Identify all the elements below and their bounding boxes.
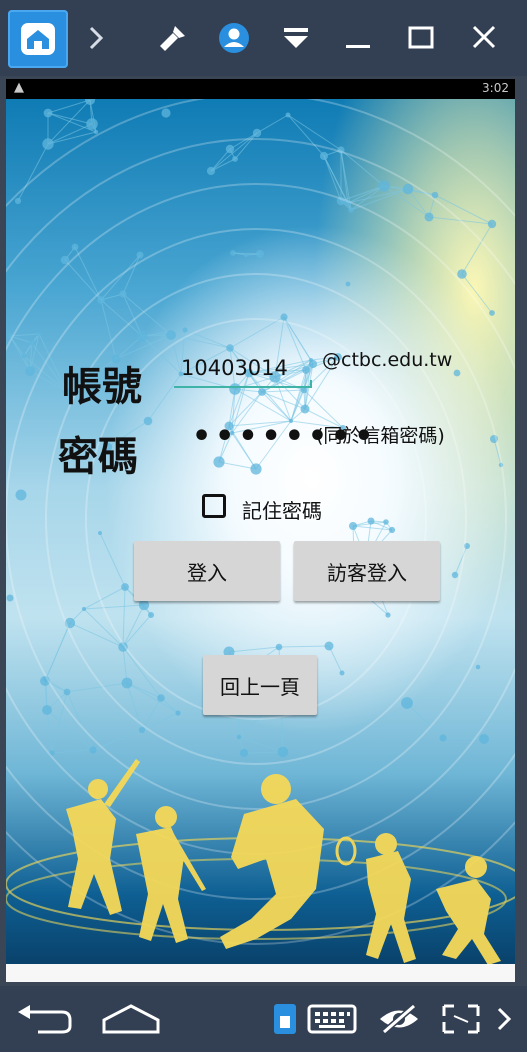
emulator-bottombar	[0, 986, 527, 1052]
warning-icon: ▲	[14, 80, 24, 95]
chevron-right-icon[interactable]	[78, 22, 114, 54]
dropdown-icon[interactable]	[278, 22, 314, 54]
password-label: 密碼	[58, 434, 138, 480]
account-input[interactable]: 10403014	[181, 356, 288, 380]
phone-screen: ▲ 3:02 帳號 10403014 @ctbc.edu.tw 密碼 •••••…	[6, 79, 515, 982]
close-icon[interactable]	[466, 22, 502, 54]
home-icon	[21, 23, 55, 55]
account-input-underline	[174, 380, 312, 388]
back-icon[interactable]	[14, 1002, 74, 1036]
back-button[interactable]: 回上一頁	[203, 655, 317, 715]
bottom-strip	[6, 964, 515, 982]
remember-label[interactable]: 記住密碼	[242, 495, 322, 524]
keyboard-icon[interactable]	[306, 1002, 358, 1036]
app-background	[6, 99, 515, 964]
status-bar: ▲ 3:02	[6, 79, 515, 99]
status-time: 3:02	[482, 81, 509, 95]
brush-icon[interactable]	[154, 22, 190, 54]
login-button[interactable]: 登入	[134, 541, 280, 601]
hide-icon[interactable]	[376, 1002, 422, 1036]
athletes-illustration	[6, 759, 515, 964]
minimize-icon[interactable]	[340, 22, 376, 54]
account-label: 帳號	[62, 364, 142, 410]
fullscreen-icon[interactable]	[440, 1002, 482, 1036]
password-note: (同於信箱密碼)	[316, 425, 445, 447]
chevron-right-icon[interactable]	[494, 1002, 514, 1036]
home-outline-icon[interactable]	[100, 1002, 162, 1036]
emulator-topbar	[0, 0, 527, 76]
guest-login-button[interactable]: 訪客登入	[294, 541, 440, 601]
remember-checkbox[interactable]	[202, 494, 226, 518]
account-icon[interactable]	[216, 22, 252, 54]
home-button[interactable]	[8, 10, 68, 68]
maximize-icon[interactable]	[403, 22, 439, 54]
domain-suffix: @ctbc.edu.tw	[322, 349, 453, 371]
phone-mode-icon[interactable]	[270, 1002, 300, 1036]
